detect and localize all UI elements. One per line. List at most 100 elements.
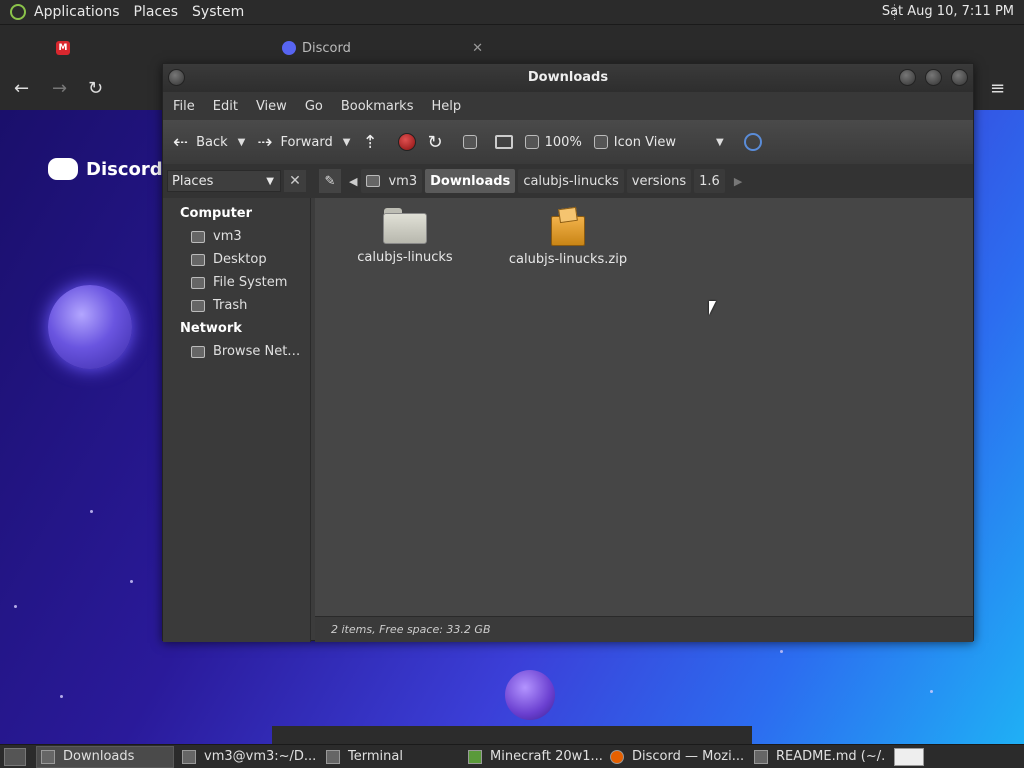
crumb-left-arrow-icon[interactable]: ◀: [349, 175, 357, 188]
home-folder-icon: [366, 175, 381, 187]
menu-help[interactable]: Help: [431, 99, 461, 114]
desktop-icon: [191, 253, 205, 266]
file-manager-window: Downloads File Edit View Go Bookmarks He…: [162, 63, 974, 642]
sidebar-item-file-system[interactable]: File System: [163, 271, 310, 294]
window-titlebar[interactable]: Downloads: [163, 64, 973, 92]
crumb-downloads[interactable]: Downloads: [425, 169, 516, 193]
zoom-out-icon[interactable]: [524, 135, 539, 149]
folder-icon: [383, 208, 427, 244]
hidden-window-edge: [272, 726, 752, 745]
crumb-1-6[interactable]: 1.6: [694, 169, 725, 193]
close-sidebar-button[interactable]: ✕: [284, 170, 306, 192]
show-desktop-button[interactable]: [4, 747, 26, 766]
places-select[interactable]: Places ▼: [167, 170, 281, 192]
view-mode-label: Icon View: [613, 134, 676, 150]
search-button[interactable]: [743, 133, 762, 151]
back-arrow-icon[interactable]: ←: [14, 78, 29, 99]
close-icon[interactable]: ✕: [472, 41, 483, 56]
distro-logo-icon[interactable]: [10, 4, 26, 20]
terminal-icon: [182, 749, 196, 764]
discord-brand-text: Discord: [86, 158, 163, 180]
home-button[interactable]: [462, 135, 483, 149]
view-mode-select[interactable]: Icon View ▼: [593, 134, 724, 150]
status-bar: 2 items, Free space: 33.2 GB: [315, 616, 973, 642]
forward-arrow-icon[interactable]: →: [52, 78, 67, 99]
file-icon-view[interactable]: calubjs-linucks calubjs-linucks.zip: [315, 198, 973, 616]
minimize-button[interactable]: [899, 69, 916, 86]
menu-edit[interactable]: Edit: [213, 99, 238, 114]
menu-bookmarks[interactable]: Bookmarks: [341, 99, 414, 114]
top-panel: Applications Places System Sat Aug 10, 7…: [0, 0, 1024, 25]
forward-button[interactable]: ⇢ Forward ▼: [257, 132, 350, 153]
toolbar: ⇠ Back ▼ ⇢ Forward ▼ ⇡ ↻ 100% Icon View …: [163, 120, 973, 164]
places-menu[interactable]: Places: [134, 4, 179, 20]
chevron-down-icon[interactable]: ▼: [343, 137, 351, 148]
task-readme[interactable]: README.md (~/...: [750, 746, 886, 768]
stop-icon: [397, 133, 416, 151]
menu-view[interactable]: View: [256, 99, 287, 114]
sidebar-item-browse-network[interactable]: Browse Net…: [163, 340, 310, 363]
crumb-versions[interactable]: versions: [626, 169, 692, 193]
clock[interactable]: Sat Aug 10, 7:11 PM: [882, 4, 1014, 19]
back-button[interactable]: ⇠ Back ▼: [173, 132, 245, 153]
zoom-in-icon[interactable]: [593, 135, 608, 149]
places-sidebar: Computer vm3 Desktop File System Trash N…: [163, 198, 311, 642]
sidebar-item-desktop[interactable]: Desktop: [163, 248, 310, 271]
chevron-down-icon[interactable]: ▼: [238, 137, 246, 148]
mouse-cursor-icon: [709, 301, 716, 315]
sidebar-item-label: Desktop: [213, 252, 267, 267]
menu-go[interactable]: Go: [305, 99, 323, 114]
home-folder-icon: [462, 135, 477, 149]
workspace-switcher[interactable]: [894, 748, 924, 766]
decorative-planet: [48, 285, 132, 369]
star: [14, 605, 17, 608]
sidebar-item-trash[interactable]: Trash: [163, 294, 310, 317]
reload-button[interactable]: ↻: [428, 132, 451, 153]
crumb-label: vm3: [388, 173, 418, 189]
zoom-level: 100%: [544, 134, 582, 150]
reload-icon[interactable]: ↻: [88, 78, 103, 99]
task-downloads[interactable]: Downloads: [36, 745, 174, 768]
back-arrow-icon: ⇠: [173, 131, 189, 153]
status-text: 2 items, Free space: 33.2 GB: [331, 623, 491, 636]
hamburger-menu-icon[interactable]: ≡: [990, 78, 1005, 99]
file-item-folder[interactable]: calubjs-linucks: [335, 208, 475, 265]
task-terminal[interactable]: Terminal: [322, 746, 460, 768]
computer-button[interactable]: [494, 135, 513, 149]
up-button[interactable]: ⇡: [362, 132, 385, 153]
forward-label: Forward: [280, 134, 333, 150]
close-button[interactable]: [951, 69, 968, 86]
stop-button[interactable]: [397, 133, 416, 151]
file-item-zip[interactable]: calubjs-linucks.zip: [498, 206, 638, 267]
chevron-down-icon[interactable]: ▼: [716, 137, 724, 148]
window-title: Downloads: [527, 70, 609, 85]
browser-tab-discord[interactable]: Discord ✕: [282, 35, 487, 61]
task-label: Minecraft 20w1...: [490, 749, 602, 764]
crumb-vm3[interactable]: vm3: [361, 169, 423, 193]
file-label: calubjs-linucks.zip: [508, 252, 628, 267]
system-menu[interactable]: System: [192, 4, 244, 20]
breadcrumb: ✎ ◀ vm3 Downloads calubjs-linucks versio…: [319, 169, 742, 193]
trash-icon: [191, 299, 205, 312]
task-terminal-vm3[interactable]: vm3@vm3:~/D...: [178, 746, 318, 768]
discord-logo[interactable]: Discord: [48, 158, 163, 180]
crumb-calubjs-linucks[interactable]: calubjs-linucks: [518, 169, 624, 193]
edit-location-icon[interactable]: ✎: [319, 169, 341, 193]
search-icon: [743, 133, 762, 151]
sidebar-item-label: File System: [213, 275, 288, 290]
drive-icon: [191, 276, 205, 289]
maximize-button[interactable]: [925, 69, 942, 86]
crumb-right-arrow-icon[interactable]: ▶: [734, 175, 742, 188]
applications-menu[interactable]: Applications: [34, 4, 120, 20]
text-editor-icon: [754, 749, 768, 764]
sidebar-item-vm3[interactable]: vm3: [163, 225, 310, 248]
zoom-control[interactable]: 100%: [524, 134, 582, 150]
task-minecraft[interactable]: Minecraft 20w1...: [464, 746, 602, 768]
reload-icon: ↻: [427, 131, 443, 153]
browser-tab-mega[interactable]: M: [56, 35, 70, 61]
folder-icon: [41, 749, 55, 764]
menu-file[interactable]: File: [173, 99, 195, 114]
sidebar-item-label: Trash: [213, 298, 248, 313]
task-firefox-discord[interactable]: Discord — Mozi...: [606, 746, 746, 768]
network-icon: [191, 345, 205, 358]
